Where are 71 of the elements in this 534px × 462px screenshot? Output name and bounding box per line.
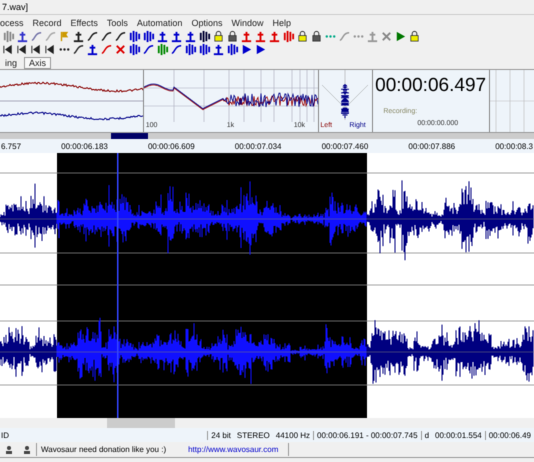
time-ruler-label: 00:00:07.886 [408, 142, 456, 150]
lock-icon[interactable] [212, 30, 225, 43]
marker-icon[interactable] [184, 30, 197, 43]
marker-icon[interactable] [254, 30, 267, 43]
bars-icon[interactable] [198, 30, 211, 43]
curve-icon[interactable] [100, 30, 113, 43]
menu-item[interactable]: Automation [136, 18, 182, 28]
time-ruler-label: 00:00:06.609 [148, 142, 195, 150]
curve-icon[interactable] [170, 43, 183, 56]
time-display: 00:00:06.497 [375, 75, 486, 97]
status-text: ID [0, 430, 10, 440]
cursor-position: 00:00:06.49 [484, 430, 534, 440]
menu-item[interactable]: Window [231, 18, 264, 28]
length-label: d [420, 430, 432, 440]
time-ruler-label: 00:00:06.183 [61, 142, 108, 150]
time-ruler-label: 6.757 [1, 142, 22, 150]
marker-icon[interactable] [72, 30, 85, 43]
time-ruler-label: 00:00:07.460 [322, 142, 368, 150]
menu-item[interactable]: ocess [0, 18, 24, 28]
menu-item[interactable]: Effects [70, 18, 98, 28]
time-ruler-label: 00:00:07.034 [234, 142, 282, 150]
person-icon[interactable] [4, 444, 14, 454]
channel-mode: STEREO [236, 430, 271, 440]
marker-icon[interactable] [366, 30, 379, 43]
bars-icon[interactable] [184, 43, 197, 56]
bars-icon[interactable] [142, 30, 155, 43]
time-ruler-label: 00:00:08.3 [495, 142, 533, 150]
person-icon[interactable] [22, 444, 32, 454]
marker-icon[interactable] [170, 30, 183, 43]
donation-message: Wavosaur need donation like you :) [41, 445, 166, 454]
scrollbar-thumb[interactable] [107, 418, 175, 428]
menu-item[interactable]: Help [272, 18, 291, 28]
curve-icon[interactable] [72, 43, 85, 56]
skip-icon[interactable] [30, 43, 43, 56]
tab[interactable]: ing [0, 57, 22, 69]
selection-length: 00:00:01.554 [434, 430, 483, 440]
lock-icon[interactable] [310, 30, 323, 43]
close-icon[interactable] [114, 43, 127, 56]
marker-icon[interactable] [16, 30, 29, 43]
website-link[interactable]: http://www.wavosaur.com [188, 445, 278, 454]
marker-icon[interactable] [240, 30, 253, 43]
window-title: 7.wav] [2, 2, 28, 12]
bit-depth: 24 bit [207, 430, 234, 440]
skip-icon[interactable] [16, 43, 29, 56]
lock-icon[interactable] [226, 30, 239, 43]
lock-icon[interactable] [296, 30, 309, 43]
menu-item[interactable]: Tools [106, 18, 128, 28]
bars-icon[interactable] [198, 43, 211, 56]
curve-icon[interactable] [114, 30, 127, 43]
tab[interactable]: Axis [24, 57, 52, 69]
lock-icon[interactable] [408, 30, 421, 43]
bars-icon[interactable] [226, 43, 239, 56]
marker-icon[interactable] [212, 43, 225, 56]
menu-item[interactable]: Record [32, 18, 62, 28]
marker-icon[interactable] [268, 30, 281, 43]
bars-icon[interactable] [128, 43, 141, 56]
play-icon[interactable] [394, 30, 407, 43]
curve-icon[interactable] [142, 43, 155, 56]
close-icon[interactable] [380, 30, 393, 43]
marker-icon[interactable] [86, 43, 99, 56]
curve-icon[interactable] [86, 30, 99, 43]
play-icon[interactable] [240, 43, 253, 56]
selection-range: 00:00:06.191 - 00:00:07.745 [313, 430, 421, 440]
bars-icon[interactable] [128, 30, 141, 43]
marker-icon[interactable] [156, 30, 169, 43]
skip-icon[interactable] [2, 43, 15, 56]
play-icon[interactable] [254, 43, 267, 56]
sample-rate: 44100 Hz [274, 430, 312, 440]
menu-item[interactable]: Options [191, 18, 222, 28]
meter-drawing [490, 70, 534, 132]
skip-icon[interactable] [44, 43, 57, 56]
